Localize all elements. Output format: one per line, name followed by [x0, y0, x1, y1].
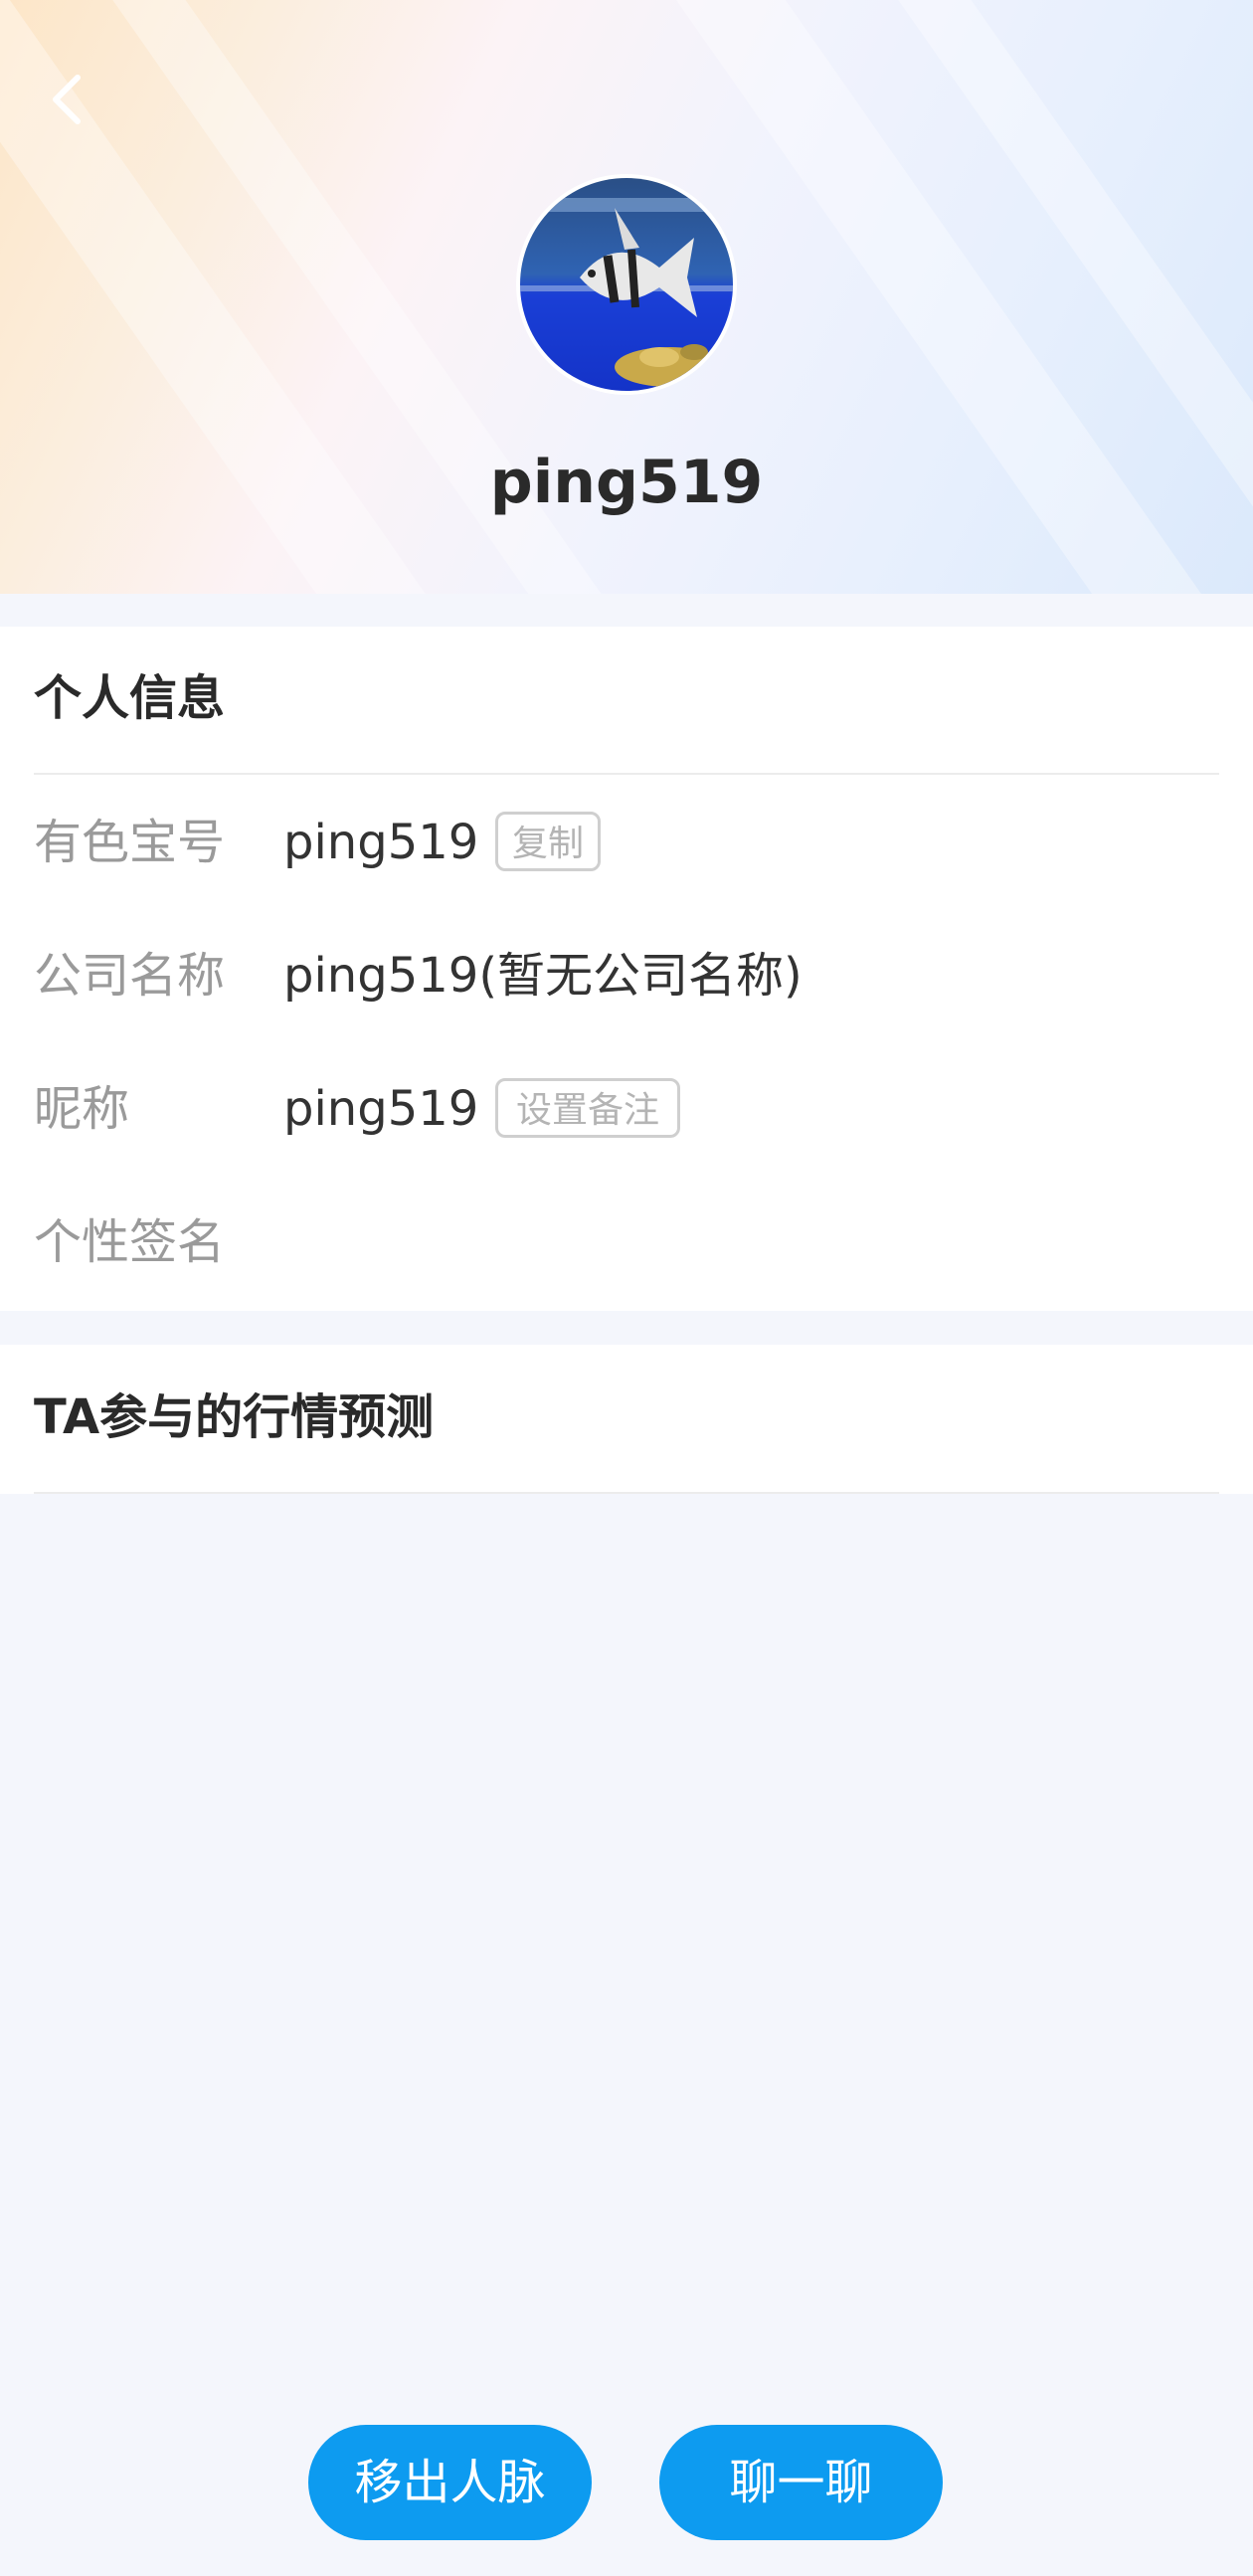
copy-button[interactable]: 复制	[495, 812, 601, 871]
chat-button[interactable]: 聊一聊	[659, 2425, 943, 2540]
remove-contact-button[interactable]: 移出人脉	[308, 2425, 592, 2540]
info-label-youse-id: 有色宝号	[34, 815, 226, 870]
divider	[34, 1492, 1219, 1494]
info-value-company: ping519(暂无公司名称)	[283, 948, 803, 1004]
avatar[interactable]	[516, 174, 737, 395]
profile-header: ping519	[0, 0, 1253, 594]
profile-username: ping519	[489, 448, 764, 517]
info-label-signature: 个性签名	[34, 1214, 226, 1270]
back-button[interactable]	[28, 60, 107, 139]
personal-info-card: 个人信息 有色宝号 ping519 复制 公司名称 ping519(暂无公司名称…	[0, 627, 1253, 1311]
chevron-left-icon	[53, 75, 81, 124]
divider	[34, 773, 1219, 775]
prediction-section-title[interactable]: TA参与的行情预测	[34, 1382, 434, 1452]
info-value-youse-id: ping519	[283, 815, 479, 870]
info-value-nickname: ping519	[283, 1081, 479, 1137]
set-remark-button[interactable]: 设置备注	[495, 1078, 680, 1138]
prediction-card: TA参与的行情预测	[0, 1345, 1253, 1494]
section-title: 个人信息	[34, 670, 226, 726]
info-label-company: 公司名称	[34, 948, 226, 1004]
info-label-nickname: 昵称	[34, 1081, 130, 1137]
fish-avatar-image	[520, 178, 733, 391]
